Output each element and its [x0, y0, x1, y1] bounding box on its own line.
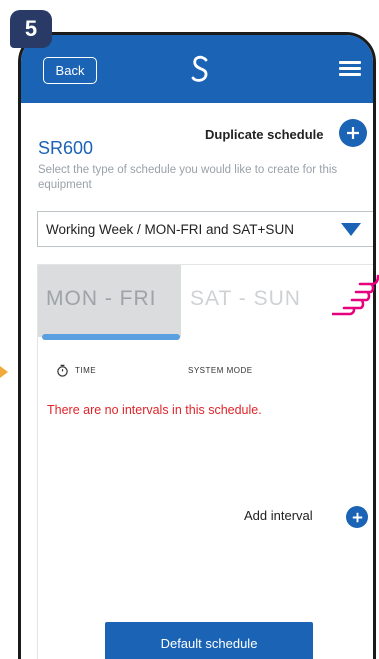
- plus-icon: [347, 127, 359, 139]
- step-badge: 5: [10, 10, 52, 48]
- active-tab-indicator: [42, 334, 180, 340]
- schedule-type-value: Working Week / MON-FRI and SAT+SUN: [46, 221, 294, 237]
- duplicate-schedule-label[interactable]: Duplicate schedule: [205, 127, 323, 142]
- app-header: Back: [21, 35, 373, 103]
- schedule-panel: MON - FRI SAT - SUN TIME SYSTEM MODE The…: [37, 264, 373, 659]
- tab-mon-fri[interactable]: MON - FRI: [38, 265, 181, 337]
- schedule-description: Select the type of schedule you would li…: [38, 164, 338, 191]
- phone-frame: Back SR600 Duplicate schedule Select the…: [18, 32, 376, 659]
- column-header-system-mode: SYSTEM MODE: [188, 366, 253, 375]
- add-interval-label[interactable]: Add interval: [244, 508, 313, 523]
- side-arrow-icon: [0, 366, 8, 378]
- page-title: SR600: [38, 138, 94, 158]
- empty-schedule-message: There are no intervals in this schedule.: [47, 403, 262, 417]
- salus-logo-icon: [191, 55, 208, 82]
- tab-sat-sun[interactable]: SAT - SUN: [190, 287, 301, 311]
- tap-hand-icon: [332, 274, 379, 316]
- stopwatch-icon: [57, 364, 68, 377]
- hamburger-menu-icon[interactable]: [339, 61, 361, 77]
- add-interval-button[interactable]: [346, 506, 368, 528]
- plus-icon: [352, 512, 362, 522]
- duplicate-schedule-button[interactable]: [339, 119, 367, 147]
- tab-label-mon-fri: MON - FRI: [46, 287, 157, 310]
- default-schedule-button[interactable]: Default schedule: [105, 622, 313, 659]
- back-button[interactable]: Back: [43, 57, 97, 84]
- dropdown-arrow-icon: [341, 223, 361, 236]
- column-header-time: TIME: [75, 366, 97, 375]
- schedule-type-select[interactable]: Working Week / MON-FRI and SAT+SUN: [37, 211, 373, 247]
